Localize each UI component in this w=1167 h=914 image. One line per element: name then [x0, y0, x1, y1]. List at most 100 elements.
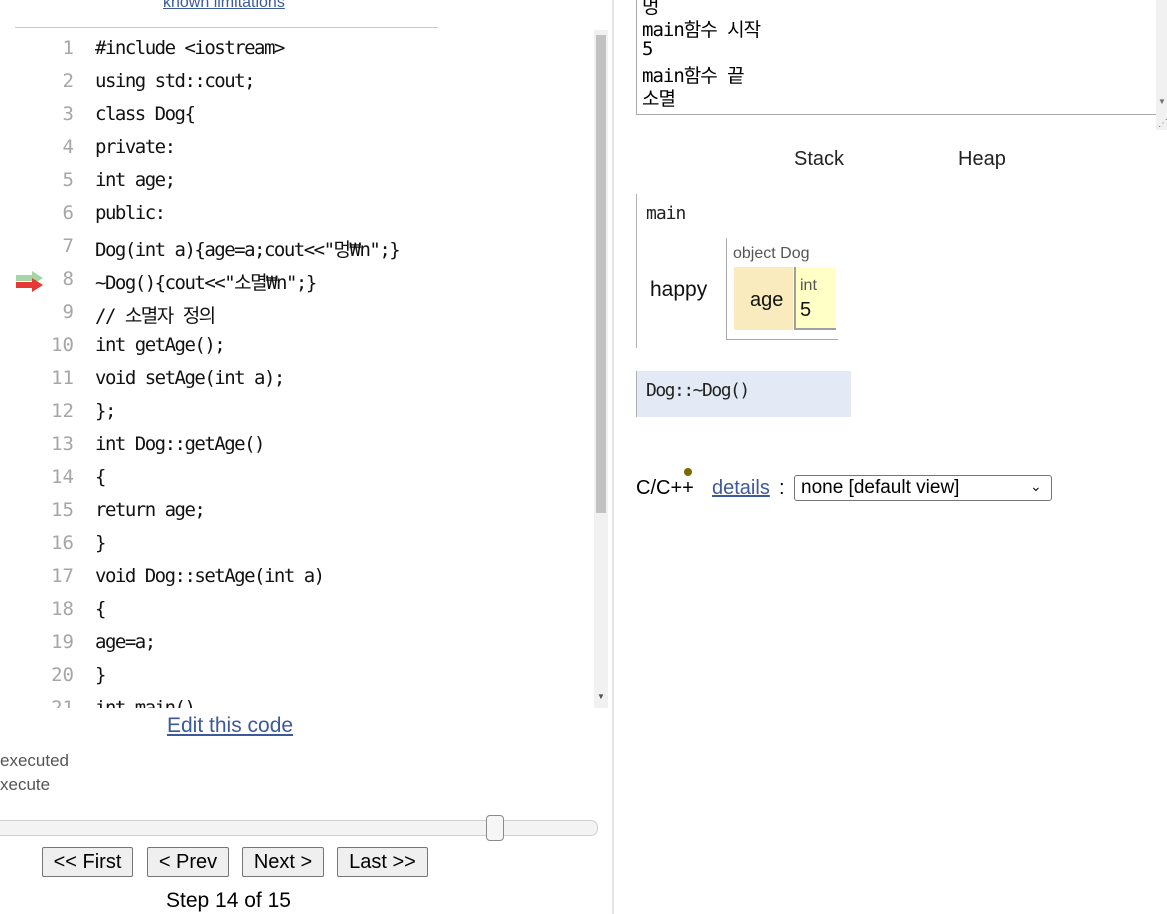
- code-line: 16}: [0, 528, 594, 561]
- code-line: 20}: [0, 660, 594, 693]
- step-slider-track[interactable]: [0, 820, 598, 836]
- code-text: Dog(int a){age=a;cout<<"멍₩n";}: [95, 239, 401, 261]
- chevron-down-icon[interactable]: ⌄: [1030, 478, 1042, 495]
- code-line: 6 public:: [0, 198, 594, 231]
- code-text: // 소멸자 정의: [95, 305, 216, 327]
- line-number: 21: [51, 697, 74, 708]
- line-number: 10: [51, 334, 74, 356]
- code-line: 21 int main(): [0, 693, 594, 708]
- code-line: 15 return age;: [0, 495, 594, 528]
- code-line: 3 class Dog{: [0, 99, 594, 132]
- code-text: ~Dog(){cout<<"소멸₩n";}: [95, 272, 317, 294]
- line-number: 5: [62, 169, 74, 191]
- heap-header: Heap: [958, 148, 1006, 170]
- code-text: using std::cout;: [95, 70, 256, 92]
- legend-executed: executed: [0, 751, 69, 770]
- code-line: 11 void setAge(int a);: [0, 363, 594, 396]
- resize-handle-icon[interactable]: ⋰: [1158, 118, 1167, 129]
- details-link[interactable]: details: [712, 477, 770, 500]
- line-number: 12: [51, 400, 74, 422]
- legend-execute: xecute: [0, 775, 51, 794]
- code-text: void setAge(int a);: [95, 367, 285, 389]
- line-number: 17: [51, 565, 74, 587]
- code-line: 17 void Dog::setAge(int a): [0, 561, 594, 594]
- code-text: int Dog::getAge(): [95, 433, 265, 455]
- output-scrollbar[interactable]: [1156, 0, 1167, 130]
- step-indicator: Step 14 of 15: [166, 889, 291, 912]
- line-number: 3: [62, 103, 74, 125]
- code-line: 8 ~Dog(){cout<<"소멸₩n";}: [0, 264, 594, 297]
- code-line: 18 {: [0, 594, 594, 627]
- line-number: 13: [51, 433, 74, 455]
- frame-name: Dog::~Dog(): [646, 380, 750, 401]
- code-line: 4 private:: [0, 132, 594, 165]
- line-number: 11: [51, 367, 74, 389]
- last-button[interactable]: Last >>: [337, 847, 428, 877]
- line-number: 19: [51, 631, 74, 653]
- code-line: 9 // 소멸자 정의: [0, 297, 594, 330]
- line-number: 15: [51, 499, 74, 521]
- line-number: 7: [62, 235, 74, 257]
- code-line: 5 int age;: [0, 165, 594, 198]
- next-line-arrow-icon: [16, 278, 43, 292]
- code-text: class Dog{: [95, 103, 196, 125]
- details-colon: :: [779, 477, 785, 499]
- code-listing: 1 #include <iostream>2 using std::cout;3 cl…: [0, 33, 594, 708]
- line-number: 16: [51, 532, 74, 554]
- code-line: 12};: [0, 396, 594, 429]
- output-line: 5: [642, 38, 653, 60]
- output-line: main함수 시작: [642, 19, 761, 41]
- edit-code-link[interactable]: Edit this code: [167, 714, 293, 738]
- line-number: 18: [51, 598, 74, 620]
- code-text: int age;: [95, 169, 176, 191]
- object-type-label: object Dog: [733, 245, 810, 262]
- code-text: void Dog::setAge(int a): [95, 565, 325, 587]
- code-text: public:: [95, 202, 166, 224]
- code-scroll-thumb[interactable]: [596, 35, 606, 513]
- view-select[interactable]: none [default view]: [794, 475, 1052, 501]
- code-text: age=a;: [95, 631, 156, 653]
- prev-button[interactable]: < Prev: [147, 847, 229, 877]
- line-number: 9: [62, 301, 74, 323]
- code-text: };: [95, 400, 116, 422]
- code-line: 7 Dog(int a){age=a;cout<<"멍₩n";}: [0, 231, 594, 264]
- field-name: age: [750, 289, 784, 311]
- scroll-down-arrow-icon[interactable]: ▼: [1158, 97, 1166, 106]
- variable-name: happy: [650, 278, 708, 301]
- program-output: 멍 main함수 시작 5 main함수 끝 소멸: [636, 0, 1158, 115]
- line-number: 6: [62, 202, 74, 224]
- frame-name: main: [646, 203, 686, 224]
- field-type: int: [800, 277, 817, 294]
- code-text: }: [95, 664, 106, 686]
- line-number: 1: [62, 37, 74, 59]
- divider: [15, 27, 438, 28]
- output-line: 소멸: [642, 88, 676, 110]
- line-number: 2: [62, 70, 74, 92]
- stack-header: Stack: [794, 148, 845, 170]
- line-number: 20: [51, 664, 74, 686]
- scroll-down-arrow-icon[interactable]: ▼: [597, 692, 605, 701]
- next-button[interactable]: Next >: [242, 847, 324, 877]
- known-limitations-link[interactable]: known limitations: [163, 0, 285, 12]
- line-number: 14: [51, 466, 74, 488]
- code-text: {: [95, 598, 106, 620]
- language-label: C/C++: [636, 477, 694, 499]
- field-value: 5: [800, 299, 812, 321]
- step-slider-handle[interactable]: [486, 815, 504, 841]
- code-line: 2 using std::cout;: [0, 66, 594, 99]
- code-line: 13 int Dog::getAge(): [0, 429, 594, 462]
- code-line: 19 age=a;: [0, 627, 594, 660]
- code-text: }: [95, 532, 106, 554]
- code-line: 1 #include <iostream>: [0, 33, 594, 66]
- code-line: 14 {: [0, 462, 594, 495]
- status-dot-icon: [684, 468, 692, 476]
- line-number: 4: [62, 136, 74, 158]
- code-text: return age;: [95, 499, 206, 521]
- code-scrollbar[interactable]: ▼: [594, 30, 608, 708]
- code-text: private:: [95, 136, 176, 158]
- code-line: 10 int getAge();: [0, 330, 594, 363]
- code-text: int getAge();: [95, 334, 226, 356]
- panel-divider: [612, 0, 614, 914]
- first-button[interactable]: << First: [42, 847, 133, 877]
- code-text: {: [95, 466, 106, 488]
